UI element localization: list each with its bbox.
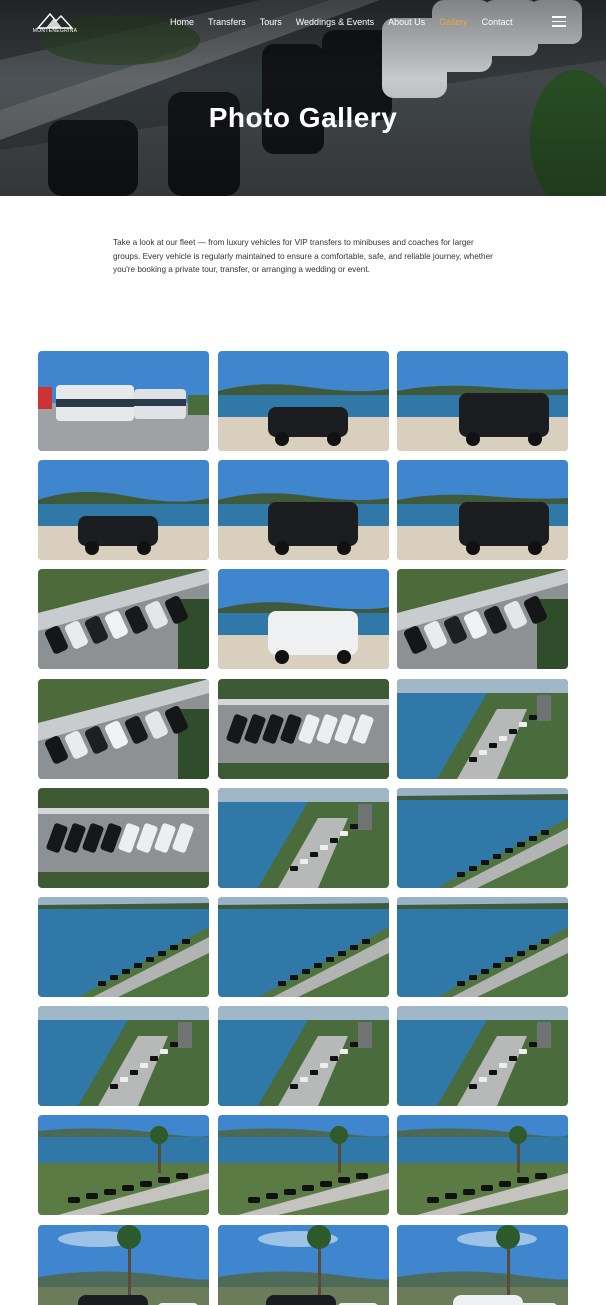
- gallery-photo[interactable]: [38, 678, 209, 779]
- page-title: Photo Gallery: [208, 102, 398, 133]
- gallery-photo[interactable]: [38, 897, 209, 997]
- gallery-photo[interactable]: [218, 351, 389, 451]
- nav-item-about-us[interactable]: About Us: [388, 17, 425, 27]
- gallery-photo-image: [397, 678, 568, 779]
- gallery-photo[interactable]: [218, 1224, 389, 1305]
- gallery-photo[interactable]: [218, 1006, 389, 1107]
- menu-icon[interactable]: [552, 16, 566, 27]
- gallery-photo[interactable]: [397, 460, 568, 561]
- gallery-photo[interactable]: [397, 897, 568, 997]
- gallery-photo[interactable]: [218, 787, 389, 888]
- gallery-photo[interactable]: [38, 569, 209, 670]
- gallery-photo[interactable]: [38, 351, 209, 451]
- hero-banner: MONTENEGRINA Home Transfers Tours Weddin…: [0, 0, 606, 196]
- logo-text: MONTENEGRINA: [32, 28, 78, 34]
- gallery-photo[interactable]: [397, 1224, 568, 1305]
- gallery-photo-image: [38, 460, 209, 561]
- gallery-photo[interactable]: [38, 460, 209, 561]
- main-navigation: Home Transfers Tours Weddings & Events A…: [170, 17, 527, 27]
- gallery-photo[interactable]: [397, 787, 568, 888]
- gallery-photo[interactable]: [397, 1115, 568, 1216]
- gallery-photo[interactable]: [397, 569, 568, 670]
- gallery-photo[interactable]: [218, 460, 389, 561]
- gallery-photo[interactable]: [38, 1006, 209, 1107]
- gallery-photo[interactable]: [38, 1115, 209, 1216]
- gallery-photo[interactable]: [218, 897, 389, 997]
- nav-item-weddings-events[interactable]: Weddings & Events: [296, 17, 374, 27]
- gallery-photo-image: [38, 1006, 209, 1107]
- gallery-photo-image: [218, 678, 389, 779]
- hero-overlay: [0, 0, 606, 196]
- nav-item-gallery[interactable]: Gallery: [439, 17, 468, 27]
- gallery-photo-image: [397, 460, 568, 561]
- gallery-photo-image: [38, 1115, 209, 1216]
- nav-item-contact[interactable]: Contact: [482, 17, 513, 27]
- gallery-photo-image: [218, 897, 389, 997]
- gallery-photo[interactable]: [397, 1006, 568, 1107]
- gallery-photo[interactable]: [38, 1224, 209, 1305]
- gallery-photo[interactable]: [218, 569, 389, 670]
- gallery-photo-image: [397, 351, 568, 451]
- gallery-photo-image: [397, 1006, 568, 1107]
- nav-item-home[interactable]: Home: [170, 17, 194, 27]
- mountain-logo-icon: [36, 12, 74, 29]
- gallery-photo-image: [218, 787, 389, 888]
- gallery-photo-image: [218, 460, 389, 561]
- gallery-photo-image: [38, 897, 209, 997]
- gallery-photo[interactable]: [397, 351, 568, 451]
- gallery-photo[interactable]: [218, 1115, 389, 1216]
- nav-item-transfers[interactable]: Transfers: [208, 17, 246, 27]
- intro-paragraph: Take a look at our fleet — from luxury v…: [113, 238, 493, 274]
- gallery-photo-image: [218, 351, 389, 451]
- gallery-photo-image: [38, 678, 209, 779]
- gallery-photo[interactable]: [218, 678, 389, 779]
- gallery-photo-image: [38, 569, 209, 670]
- nav-item-tours[interactable]: Tours: [260, 17, 282, 27]
- gallery-photo-image: [397, 1115, 568, 1216]
- gallery-photo-image: [38, 787, 209, 888]
- gallery-photo-image: [218, 569, 389, 670]
- gallery-photo-image: [397, 787, 568, 888]
- gallery-photo-image: [38, 1224, 209, 1305]
- gallery-photo-image: [38, 351, 209, 451]
- gallery-photo-image: [218, 1224, 389, 1305]
- gallery-photo-image: [218, 1115, 389, 1216]
- gallery-photo-image: [397, 569, 568, 670]
- gallery-photo[interactable]: [397, 678, 568, 779]
- gallery-photo-image: [218, 1006, 389, 1107]
- gallery-photo-image: [397, 1224, 568, 1305]
- gallery-photo[interactable]: [38, 787, 209, 888]
- gallery-photo-image: [397, 897, 568, 997]
